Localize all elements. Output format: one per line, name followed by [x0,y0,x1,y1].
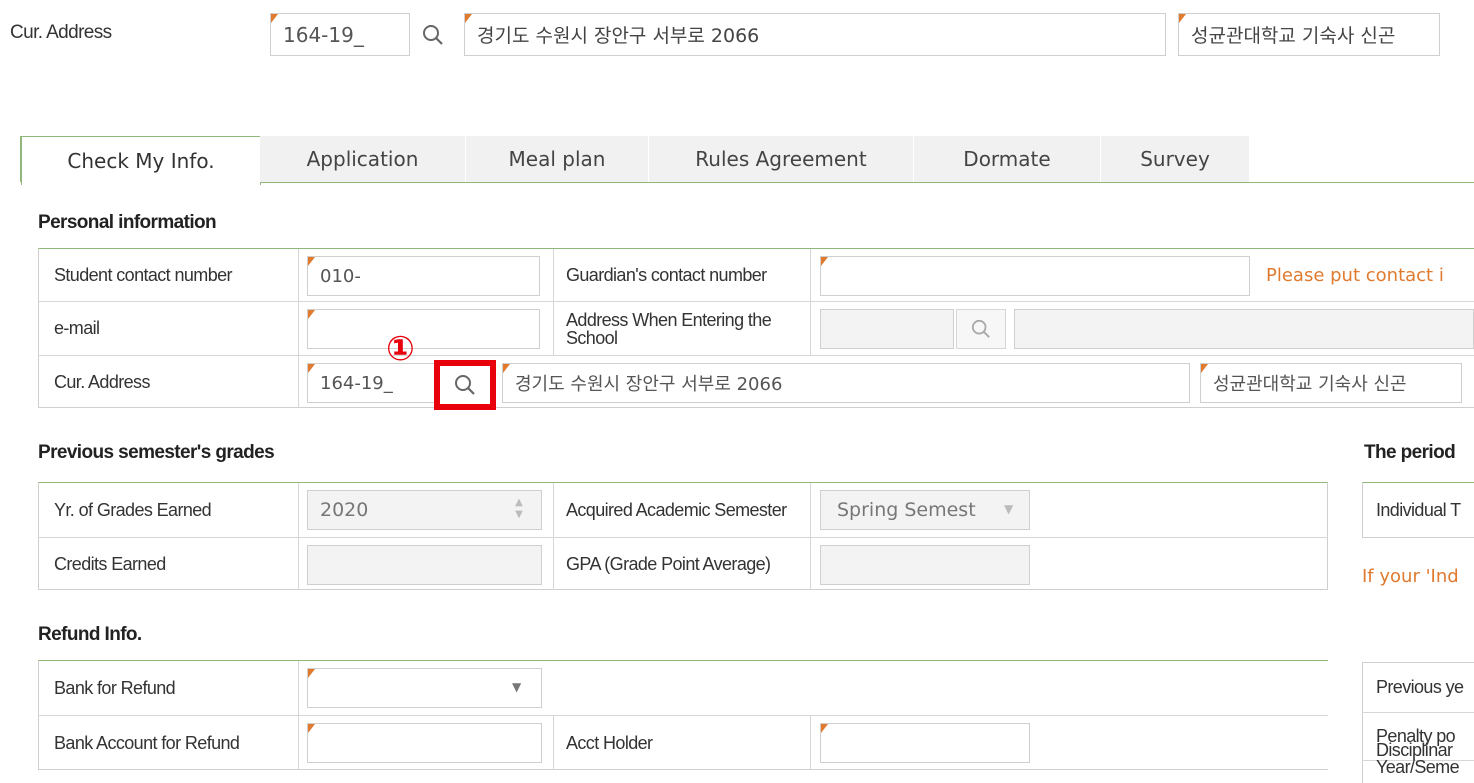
credits-field[interactable] [307,545,542,585]
entering-postal-field[interactable] [820,309,954,349]
account-field[interactable] [307,723,542,763]
tab-survey[interactable]: Survey [1101,136,1250,182]
email-field[interactable] [307,309,540,349]
cur-postal-field[interactable]: 164-19_ [307,363,437,403]
year-grades-label: Yr. of Grades Earned [54,499,212,520]
cur-road-address-field[interactable]: 경기도 수원시 장안구 서부로 2066 [502,363,1190,403]
chevron-down-icon: ▼ [512,680,522,694]
holder-label: Acct Holder [566,732,653,753]
search-icon [423,24,443,45]
disciplinary-label: Disciplinar Year/Seme [1376,740,1460,777]
search-icon [455,375,475,395]
year-stepper-icon[interactable]: ▲ ▼ [512,497,526,523]
chevron-down-icon: ▼ [1004,502,1014,516]
top-postal-field[interactable]: 164-19_ [270,13,410,56]
refund-heading: Refund Info. [38,624,142,645]
gpa-label: GPA (Grade Point Average) [566,553,771,574]
tab-check-my-info[interactable]: Check My Info. [21,136,261,185]
search-icon [971,319,990,338]
tab-bar-baseline [258,182,1474,183]
previous-year-label: Previous ye [1376,677,1464,697]
account-label: Bank Account for Refund [54,732,240,753]
credits-label: Credits Earned [54,553,166,574]
guardian-contact-note: Please put contact i [1266,264,1444,286]
entering-road-field[interactable] [1014,309,1474,349]
grades-heading: Previous semester's grades [38,442,275,463]
entering-search-button[interactable] [956,309,1006,349]
step-marker: ① [386,329,415,369]
tab-application[interactable]: Application [260,136,466,182]
cur-address-label: Cur. Address [54,371,150,392]
tab-meal-plan[interactable]: Meal plan [466,136,649,182]
personal-info-heading: Personal information [38,212,217,233]
year-grades-field[interactable]: 2020 [307,490,542,530]
semester-select[interactable]: Spring Semest [820,490,1030,530]
tab-rules-agreement[interactable]: Rules Agreement [649,136,914,182]
entering-address-label: Address When Entering the School [566,309,772,348]
semester-label: Acquired Academic Semester [566,500,787,520]
top-address-label: Cur. Address [10,22,112,43]
tab-dormate[interactable]: Dormate [914,136,1101,182]
cur-address-search-button[interactable] [440,366,490,404]
holder-field[interactable] [820,723,1030,763]
guardian-contact-field[interactable] [820,256,1250,296]
if-your-note: If your 'Ind [1362,566,1459,587]
period-heading: The period [1364,442,1456,463]
student-contact-field[interactable]: 010- [307,256,540,296]
bank-select[interactable] [307,668,542,708]
guardian-contact-label: Guardian's contact number [566,265,767,285]
bank-label: Bank for Refund [54,677,176,698]
cur-detail-address-field[interactable]: 성균관대학교 기숙사 신곤 [1200,363,1462,403]
top-search-button[interactable] [412,13,454,56]
gpa-field[interactable] [820,545,1030,585]
top-detail-address-field[interactable]: 성균관대학교 기숙사 신곤 [1178,13,1440,56]
individual-label: Individual T [1376,499,1461,520]
top-road-address-field[interactable]: 경기도 수원시 장안구 서부로 2066 [464,13,1166,56]
email-label: e-mail [54,318,100,338]
student-contact-label: Student contact number [54,264,233,285]
